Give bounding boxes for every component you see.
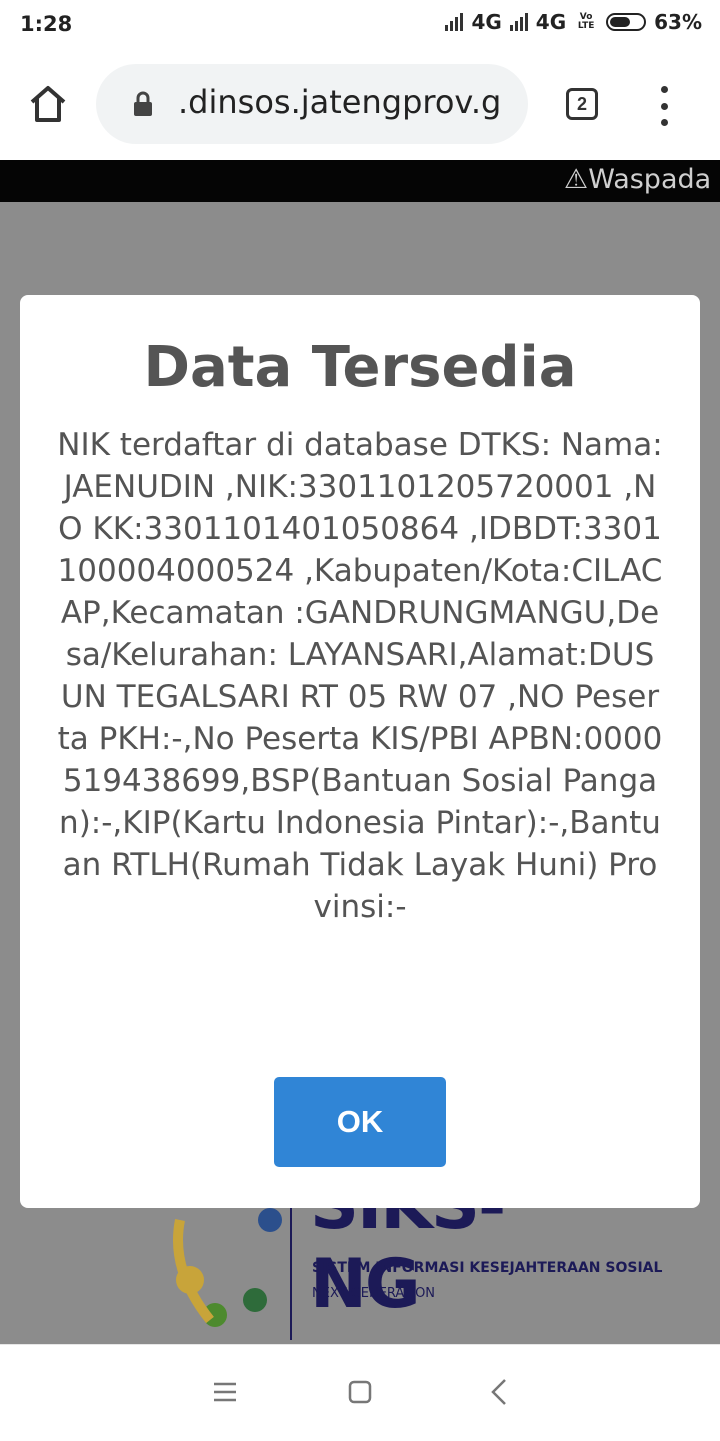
logo-tagline: NEXT GENERATION (312, 1286, 436, 1301)
ok-button[interactable]: OK (274, 1077, 446, 1167)
network-type-2: 4G (535, 10, 567, 34)
recent-apps-button[interactable] (212, 1381, 238, 1403)
tab-switcher-button[interactable]: 2 (566, 88, 598, 120)
back-button[interactable] (490, 1378, 508, 1406)
alert-dialog: Data Tersedia NIK terdaftar di database … (20, 295, 700, 1208)
signal-icon-2 (509, 13, 528, 31)
more-menu-button[interactable] (654, 86, 674, 126)
status-bar: 1:28 4G 4G Vo LTE 63% (0, 0, 720, 52)
announcement-bar: ⚠Waspada V (0, 160, 720, 202)
browser-toolbar: .dinsos.jatengprov.g 2 (0, 52, 720, 160)
home-button[interactable] (26, 82, 70, 126)
home-icon (30, 86, 66, 122)
network-type-1: 4G (471, 10, 502, 34)
lock-icon (134, 91, 152, 116)
signal-icon (445, 13, 464, 31)
announcement-label: Waspada V (588, 164, 720, 195)
battery-icon (606, 13, 647, 31)
dialog-message: NIK terdaftar di database DTKS: Nama:JAE… (57, 427, 663, 925)
battery-percentage: 63% (654, 10, 702, 34)
dialog-title: Data Tersedia (143, 335, 577, 400)
system-nav-bar (0, 1344, 720, 1441)
status-time: 1:28 (20, 12, 73, 36)
logo-subtitle: SISTEM INFORMASI KESEJAHTERAAN SOSIAL (312, 1260, 663, 1276)
battery-level (610, 17, 631, 27)
more-dots-icon (660, 86, 668, 93)
more-dot (660, 119, 668, 126)
volte-indicator: Vo LTE (577, 12, 595, 31)
more-dot (660, 102, 668, 110)
status-icons: 4G 4G Vo LTE 63% (445, 10, 702, 34)
url-text: .dinsos.jatengprov.g (178, 83, 502, 121)
home-nav-button[interactable] (348, 1380, 372, 1404)
announcement-text: ⚠Waspada V (564, 164, 720, 195)
address-bar[interactable]: .dinsos.jatengprov.g (96, 64, 528, 144)
